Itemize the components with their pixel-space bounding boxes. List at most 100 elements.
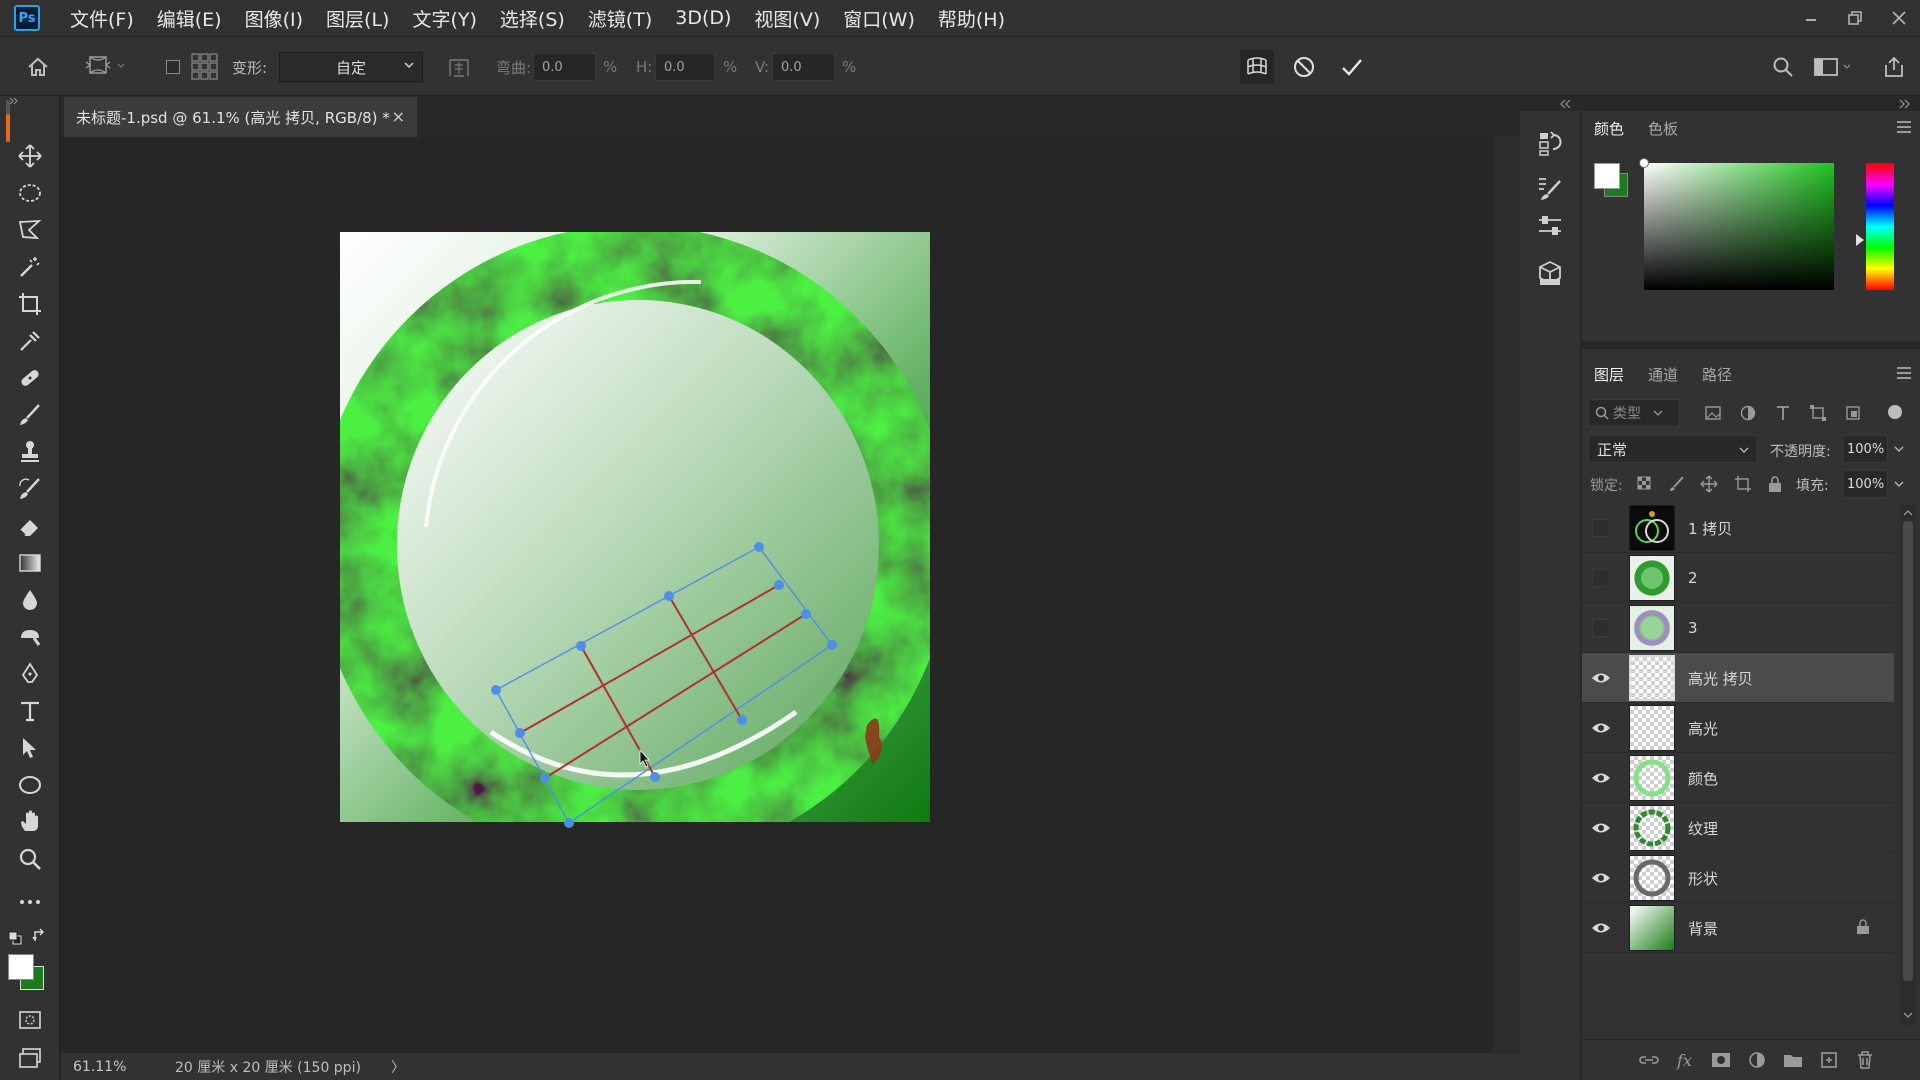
layer-row[interactable]: 高光 拷贝 bbox=[1582, 653, 1894, 703]
scroll-down-icon[interactable] bbox=[1900, 1009, 1916, 1021]
menu-window[interactable]: 窗口(W) bbox=[843, 5, 915, 32]
layer-visibility-toggle[interactable] bbox=[1590, 617, 1612, 639]
crop-tool[interactable] bbox=[14, 288, 46, 320]
edit-toolbar-button[interactable] bbox=[14, 886, 46, 918]
menu-help[interactable]: 帮助(H) bbox=[938, 5, 1005, 32]
search-button[interactable] bbox=[1772, 37, 1794, 97]
tab-paths[interactable]: 路径 bbox=[1690, 357, 1744, 391]
add-mask-icon[interactable] bbox=[1710, 1049, 1732, 1071]
status-info-arrow[interactable]: 〉 bbox=[391, 1057, 405, 1077]
link-layers-icon[interactable] bbox=[1638, 1049, 1660, 1071]
share-button[interactable] bbox=[1882, 37, 1906, 97]
ellipse-tool[interactable] bbox=[14, 769, 46, 801]
tab-swatches[interactable]: 色板 bbox=[1636, 111, 1690, 145]
blend-mode-select[interactable]: 正常 bbox=[1588, 435, 1758, 463]
dodge-tool[interactable] bbox=[14, 621, 46, 653]
foreground-color-swatch[interactable] bbox=[8, 954, 34, 980]
filter-smart-object-icon[interactable] bbox=[1844, 404, 1862, 422]
scroll-up-icon[interactable] bbox=[1900, 507, 1916, 519]
history-panel-button[interactable] bbox=[1532, 125, 1568, 161]
history-brush-tool[interactable] bbox=[14, 473, 46, 505]
healing-brush-tool[interactable] bbox=[14, 362, 46, 394]
new-layer-icon[interactable] bbox=[1818, 1049, 1840, 1071]
hue-slider-handle[interactable] bbox=[1856, 234, 1866, 246]
collapse-left-icon[interactable] bbox=[1560, 99, 1572, 109]
filter-toggle-switch[interactable] bbox=[1888, 405, 1902, 419]
layer-visibility-toggle[interactable] bbox=[1590, 517, 1612, 539]
layer-row[interactable]: 背景 bbox=[1582, 903, 1894, 953]
lock-transparent-icon[interactable] bbox=[1636, 475, 1654, 493]
panel-menu-icon[interactable] bbox=[1896, 120, 1912, 134]
blur-tool[interactable] bbox=[14, 584, 46, 616]
menu-view[interactable]: 视图(V) bbox=[754, 5, 820, 32]
magic-wand-tool[interactable] bbox=[14, 251, 46, 283]
filter-adjustment-icon[interactable] bbox=[1739, 404, 1757, 422]
fill-input[interactable]: 100% bbox=[1842, 470, 1888, 498]
path-selection-tool[interactable] bbox=[14, 732, 46, 764]
checkbox[interactable] bbox=[166, 60, 180, 74]
layer-filter-select[interactable]: 类型 bbox=[1588, 399, 1680, 427]
adjustments-button[interactable] bbox=[1532, 208, 1568, 244]
elliptical-marquee-tool[interactable] bbox=[14, 177, 46, 209]
polygonal-lasso-tool[interactable] bbox=[14, 214, 46, 246]
trash-icon[interactable] bbox=[1854, 1049, 1876, 1071]
opacity-input[interactable]: 100% bbox=[1842, 435, 1888, 463]
hue-slider[interactable] bbox=[1866, 163, 1894, 290]
layer-visibility-toggle[interactable] bbox=[1590, 867, 1612, 889]
layer-row[interactable]: 颜色 bbox=[1582, 753, 1894, 803]
hand-tool[interactable] bbox=[14, 806, 46, 838]
warp-orientation-button[interactable] bbox=[446, 37, 472, 97]
layer-row[interactable]: 纹理 bbox=[1582, 803, 1894, 853]
layer-row[interactable]: 2 bbox=[1582, 553, 1894, 603]
filter-pixel-icon[interactable] bbox=[1704, 404, 1722, 422]
tab-layers[interactable]: 图层 bbox=[1582, 357, 1636, 391]
menu-layer[interactable]: 图层(L) bbox=[326, 5, 389, 32]
collapse-right-icon[interactable] bbox=[1898, 99, 1910, 109]
move-tool[interactable] bbox=[14, 140, 46, 172]
home-button[interactable] bbox=[26, 37, 50, 97]
lock-all-icon[interactable] bbox=[1766, 475, 1784, 493]
layer-visibility-toggle[interactable] bbox=[1590, 767, 1612, 789]
lock-artboard-icon[interactable] bbox=[1734, 475, 1752, 493]
canvas-view[interactable] bbox=[61, 137, 1494, 1053]
tool-preset-picker[interactable] bbox=[66, 37, 126, 97]
h-distortion-input[interactable]: 0.0 bbox=[655, 53, 715, 81]
color-panel-fg-swatch[interactable] bbox=[1594, 163, 1620, 189]
lock-pixels-icon[interactable] bbox=[1668, 475, 1686, 493]
layer-list-scroll-thumb[interactable] bbox=[1903, 521, 1913, 981]
eraser-tool[interactable] bbox=[14, 510, 46, 542]
menu-edit[interactable]: 编辑(E) bbox=[157, 5, 222, 32]
tab-channels[interactable]: 通道 bbox=[1636, 357, 1690, 391]
layers-menu-icon[interactable] bbox=[1896, 366, 1912, 380]
gradient-tool[interactable] bbox=[14, 547, 46, 579]
layer-row[interactable]: 形状 bbox=[1582, 853, 1894, 903]
expand-toolbar-icon[interactable] bbox=[9, 96, 19, 106]
layer-list-scrollbar[interactable] bbox=[1900, 505, 1916, 1025]
color-picker-handle[interactable] bbox=[1639, 158, 1649, 168]
zoom-level[interactable]: 61.11% bbox=[73, 1059, 147, 1075]
type-tool[interactable] bbox=[14, 695, 46, 727]
fx-icon[interactable]: fx bbox=[1674, 1049, 1696, 1071]
layer-visibility-toggle[interactable] bbox=[1590, 817, 1612, 839]
default-colors-icon[interactable] bbox=[7, 930, 23, 946]
filter-type-icon[interactable] bbox=[1774, 404, 1792, 422]
menu-image[interactable]: 图像(I) bbox=[245, 5, 303, 32]
minimize-button[interactable] bbox=[1790, 0, 1832, 36]
layer-row[interactable]: 高光 bbox=[1582, 703, 1894, 753]
bend-input[interactable]: 0.0 bbox=[533, 53, 596, 81]
puppet-warp-toggle[interactable] bbox=[1240, 37, 1274, 97]
layer-visibility-toggle[interactable] bbox=[1590, 917, 1612, 939]
layer-visibility-toggle[interactable] bbox=[1590, 667, 1612, 689]
layer-visibility-toggle[interactable] bbox=[1590, 717, 1612, 739]
clone-stamp-tool[interactable] bbox=[14, 436, 46, 468]
3d-panel-button[interactable] bbox=[1532, 255, 1568, 291]
layer-visibility-toggle[interactable] bbox=[1590, 567, 1612, 589]
adjustment-layer-icon[interactable] bbox=[1746, 1049, 1768, 1071]
filter-shape-icon[interactable] bbox=[1809, 404, 1827, 422]
document-tab[interactable]: 未标题-1.psd @ 61.1% (高光 拷贝, RGB/8) * × bbox=[64, 97, 417, 137]
screen-mode-button[interactable] bbox=[14, 1042, 46, 1074]
menu-3d[interactable]: 3D(D) bbox=[675, 7, 731, 29]
new-group-icon[interactable] bbox=[1782, 1049, 1804, 1071]
tab-color[interactable]: 颜色 bbox=[1582, 111, 1636, 145]
close-window-button[interactable] bbox=[1878, 0, 1920, 36]
